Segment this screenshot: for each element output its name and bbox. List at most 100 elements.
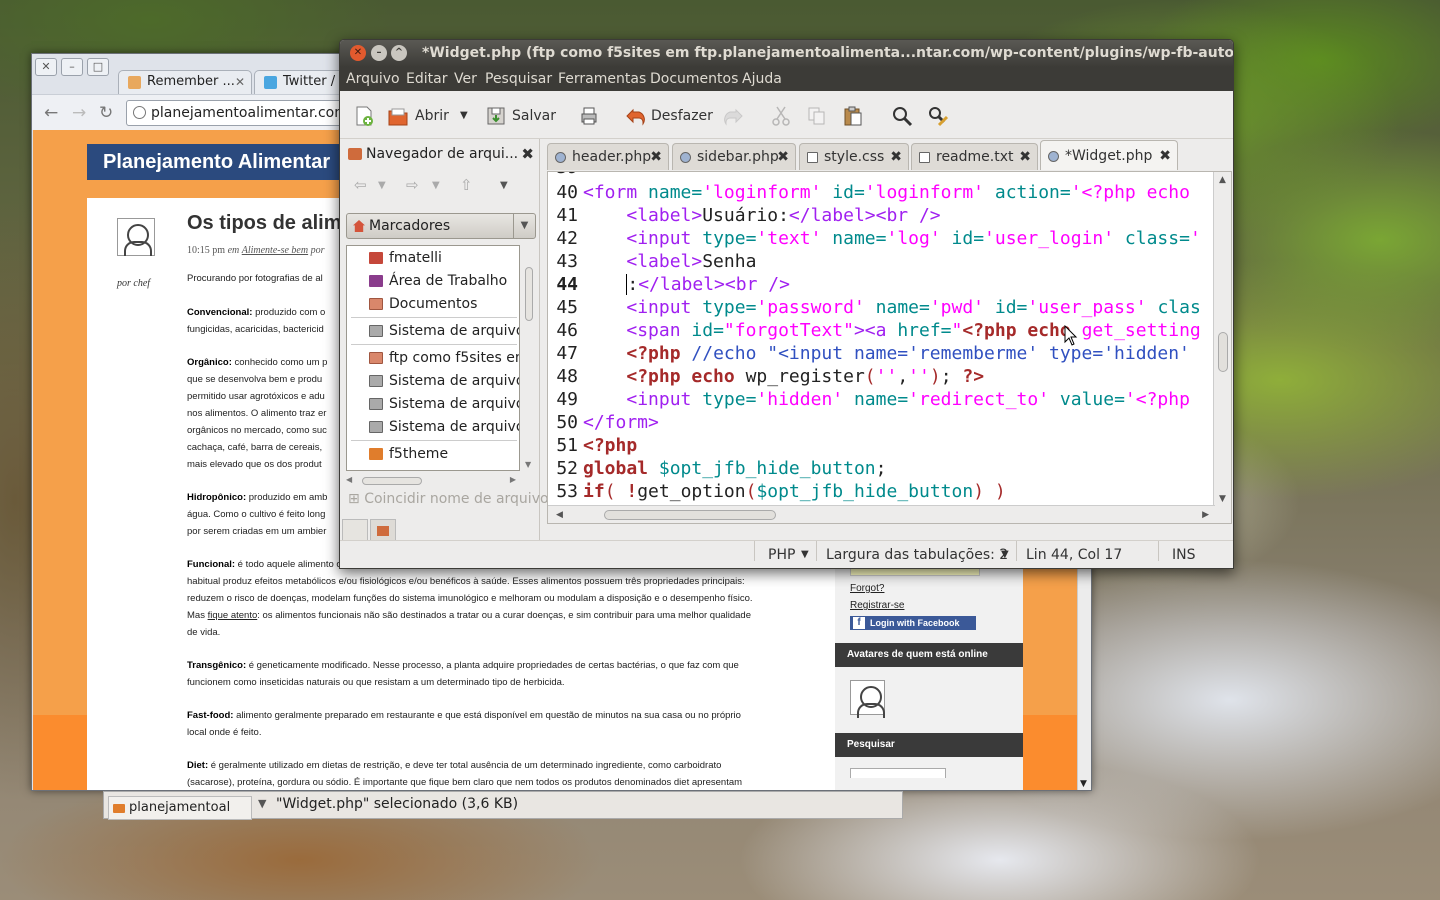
close-tab-icon[interactable]: ✖: [777, 144, 789, 170]
open-button[interactable]: Abrir: [415, 103, 449, 129]
code-line[interactable]: <input type='password' name='pwd' id='us…: [583, 297, 1200, 318]
redo-icon[interactable]: [723, 105, 745, 127]
list-item[interactable]: Sistema de arquivos: [347, 320, 519, 342]
code-editor[interactable]: 39 40 <form name='loginform' id='loginfo…: [547, 171, 1232, 524]
tab-width-dropdown-icon[interactable]: ▼: [1001, 541, 1009, 568]
cut-icon[interactable]: [770, 105, 792, 127]
close-tab-icon[interactable]: ✖: [890, 144, 902, 170]
search-icon[interactable]: [891, 105, 913, 127]
tab-widget-php[interactable]: *Widget.php ✖: [1040, 140, 1178, 170]
editor-hscrollbar[interactable]: ◀ ▶: [548, 505, 1215, 523]
save-icon[interactable]: [485, 105, 507, 127]
url-bar[interactable]: planejamentoalimentar.com: [126, 100, 366, 126]
folder-path-button[interactable]: planejamentoal: [108, 796, 252, 820]
open-recent-arrow-icon[interactable]: ▼: [460, 103, 468, 129]
new-document-icon[interactable]: [353, 105, 375, 127]
tab-style-css[interactable]: style.css ✖: [799, 143, 909, 170]
code-line[interactable]: <label>Usuário:</label><br />: [583, 205, 940, 226]
reload-icon[interactable]: ↻: [99, 103, 113, 123]
paste-icon[interactable]: [842, 105, 864, 127]
open-folder-icon[interactable]: [387, 105, 409, 127]
copy-icon[interactable]: [806, 105, 828, 127]
browser-minimize-icon[interactable]: –: [61, 58, 83, 76]
author-avatar[interactable]: [117, 218, 155, 256]
nav-back-history-icon[interactable]: ▼: [378, 180, 386, 191]
browser-close-icon[interactable]: ✕: [35, 58, 57, 76]
scroll-down-icon[interactable]: ▼: [1080, 779, 1087, 789]
list-item[interactable]: Sistema de arquivos: [347, 416, 519, 438]
bookmark-list-hscrollbar[interactable]: ◀ ▶: [346, 473, 520, 489]
code-line[interactable]: </form>: [583, 412, 659, 433]
scroll-down-icon[interactable]: ▼: [1219, 494, 1226, 504]
nav-back-icon[interactable]: ⇦: [354, 176, 367, 194]
list-item[interactable]: Documentos: [347, 293, 519, 315]
register-link[interactable]: Registrar-se: [850, 600, 904, 611]
forgot-link[interactable]: Forgot?: [850, 583, 884, 594]
back-icon[interactable]: ←: [44, 103, 58, 123]
browser-tab[interactable]: Remember ... ✕: [118, 70, 252, 94]
close-tab-icon[interactable]: ✖: [1019, 144, 1031, 170]
list-item[interactable]: Sistema de arquivos: [347, 370, 519, 392]
scroll-right-icon[interactable]: ▶: [1202, 510, 1209, 520]
filename-filter[interactable]: ⊞ Coincidir nome de arquivo: [348, 491, 549, 507]
nav-menu-icon[interactable]: ▼: [500, 180, 508, 191]
bookmarks-combo[interactable]: Marcadores ▼: [346, 213, 536, 239]
code-area[interactable]: 39 40 <form name='loginform' id='loginfo…: [548, 172, 1213, 508]
list-item[interactable]: f5theme: [347, 443, 519, 465]
facebook-login-button[interactable]: f Login with Facebook: [850, 616, 976, 630]
menu-pesquisar[interactable]: Pesquisar: [485, 67, 552, 91]
menu-arquivo[interactable]: Arquivo: [346, 67, 400, 91]
close-window-icon[interactable]: ✕: [350, 45, 366, 61]
tab-sidebar-php[interactable]: sidebar.php ✖: [672, 143, 796, 170]
bookmark-list-scrollbar[interactable]: ▼: [522, 245, 536, 471]
code-line[interactable]: <label>Senha: [583, 251, 756, 272]
code-line[interactable]: <?php //echo "<input name='rememberme' t…: [583, 343, 1201, 364]
menu-editar[interactable]: Editar: [406, 67, 447, 91]
language-dropdown-icon[interactable]: ▼: [801, 541, 809, 568]
scroll-up-icon[interactable]: ▲: [1219, 175, 1226, 185]
save-button[interactable]: Salvar: [512, 103, 556, 129]
post-title[interactable]: Os tipos de alim: [187, 212, 341, 235]
undo-icon[interactable]: [624, 105, 646, 127]
code-line[interactable]: <input type='text' name='log' id='user_l…: [583, 228, 1200, 249]
code-line[interactable]: <input type='hidden' name='redirect_to' …: [583, 389, 1201, 410]
menu-ferramentas[interactable]: Ferramentas: [558, 67, 646, 91]
browser-tab[interactable]: Twitter / H: [254, 70, 344, 94]
tab-header-php[interactable]: header.php ✖: [547, 143, 669, 170]
code-line[interactable]: <?php echo wp_register('',''); ?>: [583, 366, 984, 387]
code-line[interactable]: <?php: [583, 435, 637, 456]
menu-ver[interactable]: Ver: [454, 67, 477, 91]
fique-atento-link[interactable]: fique atento: [208, 610, 258, 621]
code-line[interactable]: if( !get_option($opt_jfb_hide_button) ): [583, 481, 1006, 502]
code-line-current[interactable]: :</label><br />: [583, 274, 790, 295]
close-tab-icon[interactable]: ✖: [650, 144, 662, 170]
menu-ajuda[interactable]: Ajuda: [742, 67, 782, 91]
tab-readme-txt[interactable]: readme.txt ✖: [911, 143, 1038, 170]
menu-documentos[interactable]: Documentos: [650, 67, 738, 91]
browser-maximize-icon[interactable]: □: [87, 58, 109, 76]
language-selector[interactable]: PHP: [768, 541, 795, 568]
maximize-window-icon[interactable]: ^: [391, 45, 407, 61]
list-item[interactable]: Área de Trabalho: [347, 270, 519, 292]
category-link[interactable]: Alimente-se bem: [242, 245, 308, 256]
code-line[interactable]: global $opt_jfb_hide_button;: [583, 458, 886, 479]
nav-forward-history-icon[interactable]: ▼: [432, 180, 440, 191]
tab-close-icon[interactable]: ✕: [235, 71, 245, 93]
nav-up-icon[interactable]: ⇧: [460, 176, 473, 194]
sidebar-search-input[interactable]: [850, 768, 946, 778]
nav-forward-icon[interactable]: ⇨: [406, 176, 419, 194]
list-item[interactable]: fmatelli: [347, 247, 519, 269]
close-tab-icon[interactable]: ✖: [1159, 141, 1171, 171]
editor-vscrollbar[interactable]: ▲ ▼: [1213, 172, 1231, 523]
list-item[interactable]: ftp como f5sites em: [347, 347, 519, 369]
list-item[interactable]: Sistema de arquivos: [347, 393, 519, 415]
scroll-left-icon[interactable]: ◀: [556, 510, 563, 520]
print-icon[interactable]: [578, 105, 600, 127]
dropdown-arrow-icon[interactable]: ▼: [258, 797, 266, 810]
close-pane-icon[interactable]: ✖: [521, 141, 534, 167]
code-line[interactable]: <form name='loginform' id='loginform' ac…: [583, 182, 1190, 203]
forward-icon[interactable]: →: [72, 103, 86, 123]
search-replace-icon[interactable]: [927, 105, 949, 127]
tab-width-selector[interactable]: Largura das tabulações: 2: [826, 541, 1008, 568]
online-user-avatar[interactable]: [850, 680, 885, 718]
